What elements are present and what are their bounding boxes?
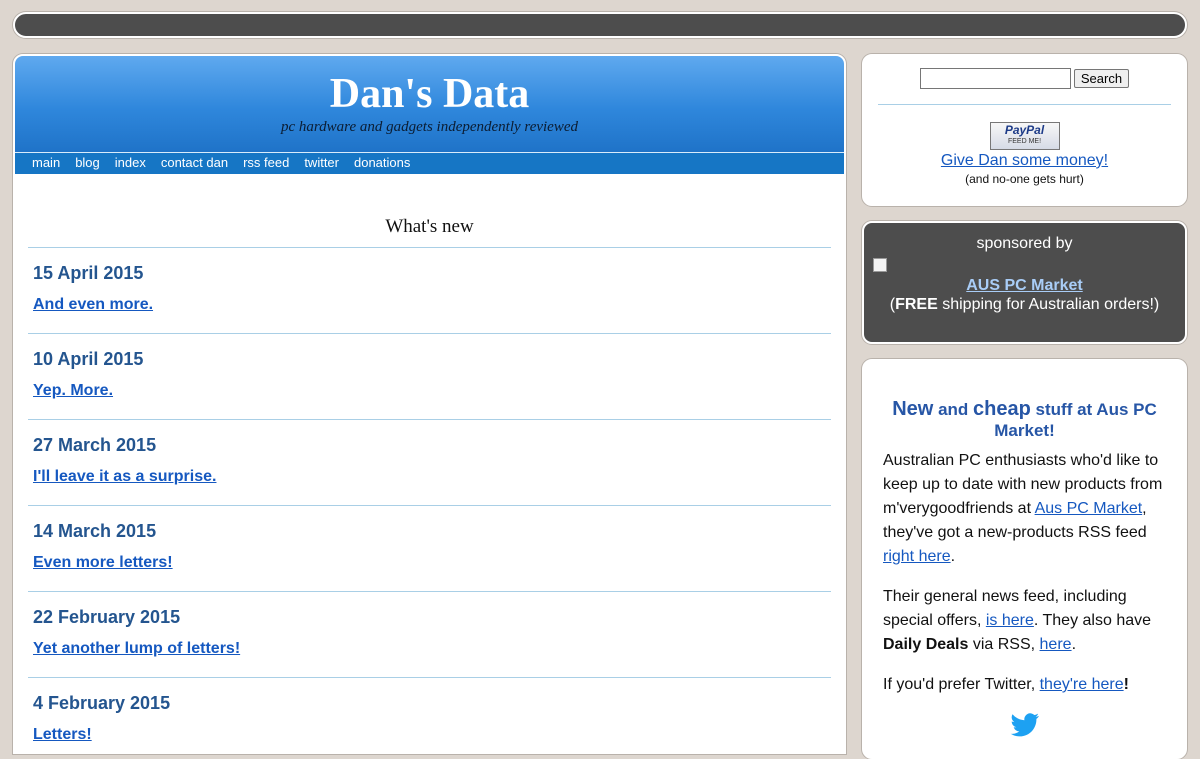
give-note: (and no-one gets hurt) bbox=[965, 172, 1084, 186]
main-panel: Dan's Data pc hardware and gadgets indep… bbox=[13, 54, 846, 754]
news-entry: 27 March 2015 I'll leave it as a surpris… bbox=[28, 420, 831, 506]
entry-link[interactable]: Yet another lump of letters! bbox=[33, 640, 240, 658]
whats-new-heading: What's new bbox=[28, 174, 831, 248]
paypal-logo-text: PayPal bbox=[1004, 123, 1045, 137]
nav-bar: main blog index contact dan rss feed twi… bbox=[15, 152, 844, 174]
entry-link[interactable]: And even more. bbox=[33, 296, 153, 314]
news-entry: 22 February 2015 Yet another lump of let… bbox=[28, 592, 831, 678]
text: via RSS, bbox=[968, 636, 1040, 653]
entry-date: 27 March 2015 bbox=[33, 435, 157, 455]
search-row: Search bbox=[864, 56, 1185, 89]
heading-and: and bbox=[933, 400, 974, 419]
entry-link[interactable]: Letters! bbox=[33, 726, 92, 744]
entry-date: 15 April 2015 bbox=[33, 263, 144, 283]
aus-pc-market-link[interactable]: Aus PC Market bbox=[1035, 500, 1143, 517]
divider bbox=[878, 104, 1171, 105]
search-input[interactable] bbox=[919, 68, 1071, 89]
nav-contact-dan[interactable]: contact dan bbox=[161, 153, 228, 174]
entry-link[interactable]: Yep. More. bbox=[33, 382, 113, 400]
nav-blog[interactable]: blog bbox=[75, 153, 100, 174]
sponsor-note-free: FREE bbox=[895, 296, 938, 313]
aus-paragraph-3: If you'd prefer Twitter, they're here! bbox=[883, 673, 1166, 697]
aus-heading: New and cheap stuff at Aus PC Market! bbox=[883, 399, 1166, 441]
entry-date: 4 February 2015 bbox=[33, 693, 171, 713]
text: ! bbox=[1123, 676, 1129, 693]
broken-image-icon[interactable] bbox=[873, 258, 887, 272]
twitter-bird-icon[interactable] bbox=[883, 713, 1166, 742]
heading-cheap: cheap bbox=[973, 398, 1031, 420]
text: If you'd prefer Twitter, bbox=[883, 676, 1040, 693]
entry-date: 10 April 2015 bbox=[33, 349, 144, 369]
heading-new: New bbox=[892, 398, 934, 420]
site-title[interactable]: Dan's Data bbox=[15, 56, 844, 115]
daily-deals-rss-link[interactable]: here bbox=[1040, 636, 1072, 653]
text: . bbox=[950, 548, 956, 565]
nav-donations[interactable]: donations bbox=[354, 153, 410, 174]
sponsor-box: sponsored by AUS PC Market (FREE shippin… bbox=[862, 221, 1187, 344]
entry-link[interactable]: I'll leave it as a surprise. bbox=[33, 468, 216, 486]
news-feed-link[interactable]: is here bbox=[986, 612, 1034, 629]
nav-twitter[interactable]: twitter bbox=[304, 153, 339, 174]
text: . They also have bbox=[1033, 612, 1152, 629]
aus-paragraph-2: Their general news feed, including speci… bbox=[883, 585, 1166, 657]
site-tagline: pc hardware and gadgets independently re… bbox=[280, 119, 578, 135]
nav-rss-feed[interactable]: rss feed bbox=[243, 153, 289, 174]
top-bar bbox=[13, 12, 1187, 38]
search-button[interactable]: Search bbox=[1073, 69, 1130, 88]
content-area: What's new 15 April 2015 And even more. … bbox=[15, 174, 844, 752]
twitter-link[interactable]: they're here bbox=[1040, 676, 1124, 693]
aus-pc-market-box: New and cheap stuff at Aus PC Market! Au… bbox=[862, 359, 1187, 759]
give-dan-money-link[interactable]: Give Dan some money! bbox=[864, 152, 1185, 170]
news-entry: 14 March 2015 Even more letters! bbox=[28, 506, 831, 592]
nav-index[interactable]: index bbox=[115, 153, 146, 174]
text: . bbox=[1071, 636, 1077, 653]
paypal-feed-me-text: FEED ME! bbox=[1007, 138, 1042, 145]
entry-date: 14 March 2015 bbox=[33, 521, 157, 541]
entry-date: 22 February 2015 bbox=[33, 607, 181, 627]
news-entry: 4 February 2015 Letters! bbox=[28, 678, 831, 752]
news-entry: 10 April 2015 Yep. More. bbox=[28, 334, 831, 420]
sponsor-note-rest: shipping for Australian orders!) bbox=[937, 296, 1160, 313]
sponsor-title: sponsored by bbox=[976, 235, 1073, 252]
entry-link[interactable]: Even more letters! bbox=[33, 554, 173, 572]
search-donate-box: Search PayPal FEED ME! Give Dan some mon… bbox=[862, 54, 1187, 206]
news-entry: 15 April 2015 And even more. bbox=[28, 248, 831, 334]
nav-main[interactable]: main bbox=[32, 153, 60, 174]
daily-deals-text: Daily Deals bbox=[883, 636, 969, 653]
new-products-rss-link[interactable]: right here bbox=[883, 548, 951, 565]
sponsor-link[interactable]: AUS PC Market bbox=[864, 277, 1185, 295]
masthead: Dan's Data pc hardware and gadgets indep… bbox=[15, 56, 844, 152]
sponsor-note: (FREE shipping for Australian orders!) bbox=[864, 296, 1185, 314]
paypal-button[interactable]: PayPal FEED ME! bbox=[989, 122, 1060, 150]
aus-paragraph-1: Australian PC enthusiasts who'd like to … bbox=[883, 449, 1166, 569]
